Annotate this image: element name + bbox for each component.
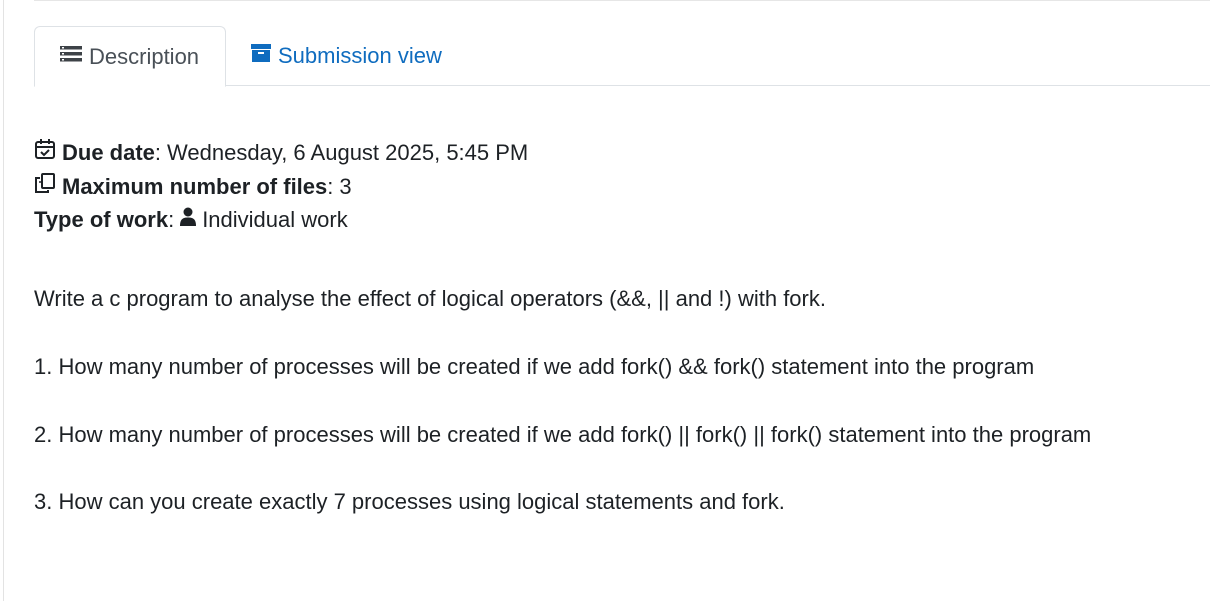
list-icon bbox=[59, 44, 83, 70]
tab-submission-view[interactable]: Submission view bbox=[250, 26, 442, 86]
question-1: 1. How many number of processes will be … bbox=[34, 354, 1035, 379]
work-type-separator: : bbox=[168, 207, 175, 232]
due-date-value: Wednesday, 6 August 2025, 5:45 PM bbox=[167, 140, 529, 165]
max-files-label: Maximum number of files bbox=[62, 173, 328, 199]
archive-box-icon bbox=[250, 43, 272, 69]
work-type-value: Individual work bbox=[202, 207, 348, 232]
due-date-row: Due date: Wednesday, 6 August 2025, 5:45… bbox=[34, 136, 1194, 170]
max-files-value: 3 bbox=[339, 173, 352, 199]
user-icon bbox=[180, 203, 197, 237]
question-3: 3. How can you create exactly 7 processe… bbox=[34, 489, 785, 514]
tab-bar: Description Submission view bbox=[34, 26, 1210, 87]
tab-submission-view-label: Submission view bbox=[278, 43, 442, 68]
tab-description-label: Description bbox=[89, 43, 200, 69]
max-files-separator: : bbox=[327, 173, 334, 199]
calendar-check-icon bbox=[34, 136, 56, 170]
files-icon bbox=[34, 170, 56, 204]
due-date-label: Due date bbox=[62, 140, 155, 165]
max-files-row: Maximum number of files: 3 bbox=[34, 170, 1194, 204]
due-date-separator: : bbox=[154, 140, 162, 165]
tab-description[interactable]: Description bbox=[34, 26, 226, 87]
work-type-row: Type of work: Individual work bbox=[34, 203, 1194, 237]
assignment-meta: Due date: Wednesday, 6 August 2025, 5:45… bbox=[34, 136, 1194, 237]
top-divider bbox=[34, 0, 1210, 3]
question-2: 2. How many number of processes will be … bbox=[34, 422, 1092, 447]
work-type-label: Type of work bbox=[34, 207, 169, 232]
description-intro: Write a c program to analyse the effect … bbox=[34, 286, 826, 311]
